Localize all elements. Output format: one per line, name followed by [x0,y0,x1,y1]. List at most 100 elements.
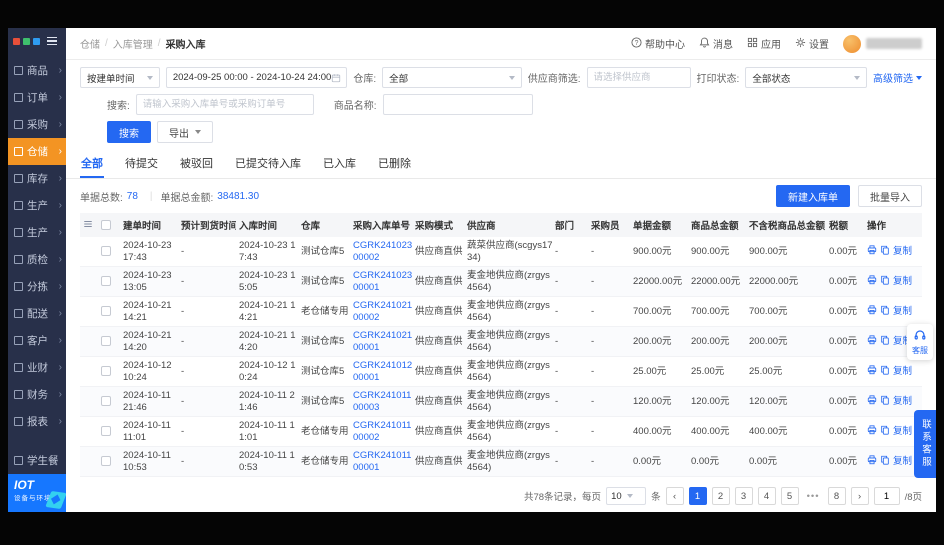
table-row[interactable]: 2024-10-1210:24-2024-10-12 10:24测试仓库5CGR… [80,357,922,387]
copy-icon[interactable] [880,276,893,287]
time-type-select[interactable]: 按建单时间 [80,67,160,88]
order-no-link[interactable]: CGRK24101100002 [350,417,412,447]
print-icon[interactable] [867,366,880,377]
sidebar-item-12[interactable]: 业财› [8,354,66,381]
sidebar-item-8[interactable]: 质检› [8,246,66,273]
sidebar-item-14[interactable]: 报表› [8,408,66,435]
copy-icon[interactable] [880,306,893,317]
order-no-link[interactable]: CGRK24101100003 [350,387,412,417]
customer-service-widget[interactable]: 客服 [907,324,933,360]
sidebar-item-4[interactable]: 仓储› [8,138,66,165]
page-button-1[interactable]: 1 [689,487,707,505]
table-row[interactable]: 2024-10-1121:46-2024-10-11 21:46测试仓库5CGR… [80,387,922,417]
sidebar-item-9[interactable]: 分拣› [8,273,66,300]
breadcrumb-item[interactable]: 仓储 [80,36,100,51]
tab-4[interactable]: 已提交待入库 [234,149,302,178]
copy-button[interactable]: 复制 [893,306,912,317]
row-checkbox[interactable] [101,336,111,346]
table-row[interactable]: 2024-10-2114:20-2024-10-21 14:20测试仓库5CGR… [80,327,922,357]
topbar-action-grid[interactable]: 应用 [747,36,781,51]
tab-2[interactable]: 待提交 [124,149,159,178]
tab-3[interactable]: 被驳回 [179,149,214,178]
batch-import-button[interactable]: 批量导入 [858,185,922,207]
row-checkbox[interactable] [101,306,111,316]
table-row[interactable]: 2024-10-1111:01-2024-10-11 11:01老仓储专用CGR… [80,417,922,447]
order-no-link[interactable]: CGRK24102300002 [350,237,412,267]
supplier-input[interactable] [587,67,691,88]
print-icon[interactable] [867,336,880,347]
warehouse-select[interactable]: 全部 [382,67,522,88]
prev-page-button[interactable]: ‹ [666,487,684,505]
print-icon[interactable] [867,306,880,317]
topbar-action-help[interactable]: ?帮助中心 [631,36,685,51]
page-button-5[interactable]: 5 [781,487,799,505]
menu-collapse-icon[interactable] [47,37,57,46]
row-checkbox[interactable] [101,246,111,256]
advanced-filter-link[interactable]: 高级筛选 [873,70,922,85]
row-checkbox[interactable] [101,276,111,286]
tab-6[interactable]: 已删除 [377,149,412,178]
page-button-8[interactable]: 8 [828,487,846,505]
copy-button[interactable]: 复制 [893,246,912,257]
sidebar-item-3[interactable]: 采购› [8,111,66,138]
contact-support-tab[interactable]: 联系客服 [914,410,936,478]
copy-icon[interactable] [880,456,893,467]
page-jump-input[interactable] [874,487,900,505]
order-no-link[interactable]: CGRK24102100001 [350,327,412,357]
copy-icon[interactable] [880,336,893,347]
print-icon[interactable] [867,396,880,407]
copy-button[interactable]: 复制 [893,456,912,467]
page-button-4[interactable]: 4 [758,487,776,505]
order-no-link[interactable]: CGRK24101200001 [350,357,412,387]
create-inbound-button[interactable]: 新建入库单 [776,185,850,207]
copy-icon[interactable] [880,366,893,377]
sidebar-item-2[interactable]: 订单› [8,84,66,111]
date-range-input[interactable]: 2024-09-25 00:00 - 2024-10-24 24:00 [166,67,348,88]
table-row[interactable]: 2024-10-1110:53-2024-10-11 10:53老仓储专用CGR… [80,447,922,477]
print-icon[interactable] [867,246,880,257]
row-checkbox[interactable] [101,366,111,376]
sidebar-item-6[interactable]: 生产› [8,192,66,219]
row-checkbox[interactable] [101,426,111,436]
per-page-select[interactable]: 10 [606,487,646,505]
next-page-button[interactable]: › [851,487,869,505]
select-all-checkbox[interactable] [101,220,111,230]
page-button-2[interactable]: 2 [712,487,730,505]
order-no-link[interactable]: CGRK24101100001 [350,447,412,477]
table-row[interactable]: 2024-10-2313:05-2024-10-23 15:05测试仓库5CGR… [80,267,922,297]
search-button[interactable]: 搜索 [107,121,151,143]
sidebar-item-5[interactable]: 库存› [8,165,66,192]
print-icon[interactable] [867,456,880,467]
export-button[interactable]: 导出 [157,121,213,143]
order-no-link[interactable]: CGRK24102100002 [350,297,412,327]
copy-icon[interactable] [880,426,893,437]
copy-icon[interactable] [880,246,893,257]
tab-1[interactable]: 全部 [80,149,104,178]
sidebar-item-13[interactable]: 财务› [8,381,66,408]
order-no-link[interactable]: CGRK24102300001 [350,267,412,297]
sidebar-item-7[interactable]: 生产› [8,219,66,246]
topbar-action-gear[interactable]: 设置 [795,36,829,51]
copy-button[interactable]: 复制 [893,396,912,407]
print-icon[interactable] [867,426,880,437]
page-button-3[interactable]: 3 [735,487,753,505]
row-checkbox[interactable] [101,456,111,466]
print-icon[interactable] [867,276,880,287]
user-menu[interactable] [843,35,922,53]
print-status-select[interactable]: 全部状态 [745,67,867,88]
sidebar-item-10[interactable]: 配送› [8,300,66,327]
breadcrumb-item[interactable]: 入库管理 [113,36,153,51]
row-checkbox[interactable] [101,396,111,406]
search-input[interactable] [136,94,314,115]
product-name-input[interactable] [383,94,533,115]
topbar-action-bell[interactable]: 消息 [699,36,733,51]
sidebar-item-11[interactable]: 客户› [8,327,66,354]
tab-5[interactable]: 已入库 [322,149,357,178]
table-row[interactable]: 2024-10-2317:43-2024-10-23 17:43测试仓库5CGR… [80,237,922,267]
copy-button[interactable]: 复制 [893,276,912,287]
table-row[interactable]: 2024-10-2114:21-2024-10-21 14:21老仓储专用CGR… [80,297,922,327]
copy-button[interactable]: 复制 [893,366,912,377]
sidebar-item-student-meal[interactable]: 学生餐 [8,447,66,474]
sidebar-item-1[interactable]: 商品› [8,57,66,84]
copy-button[interactable]: 复制 [893,426,912,437]
